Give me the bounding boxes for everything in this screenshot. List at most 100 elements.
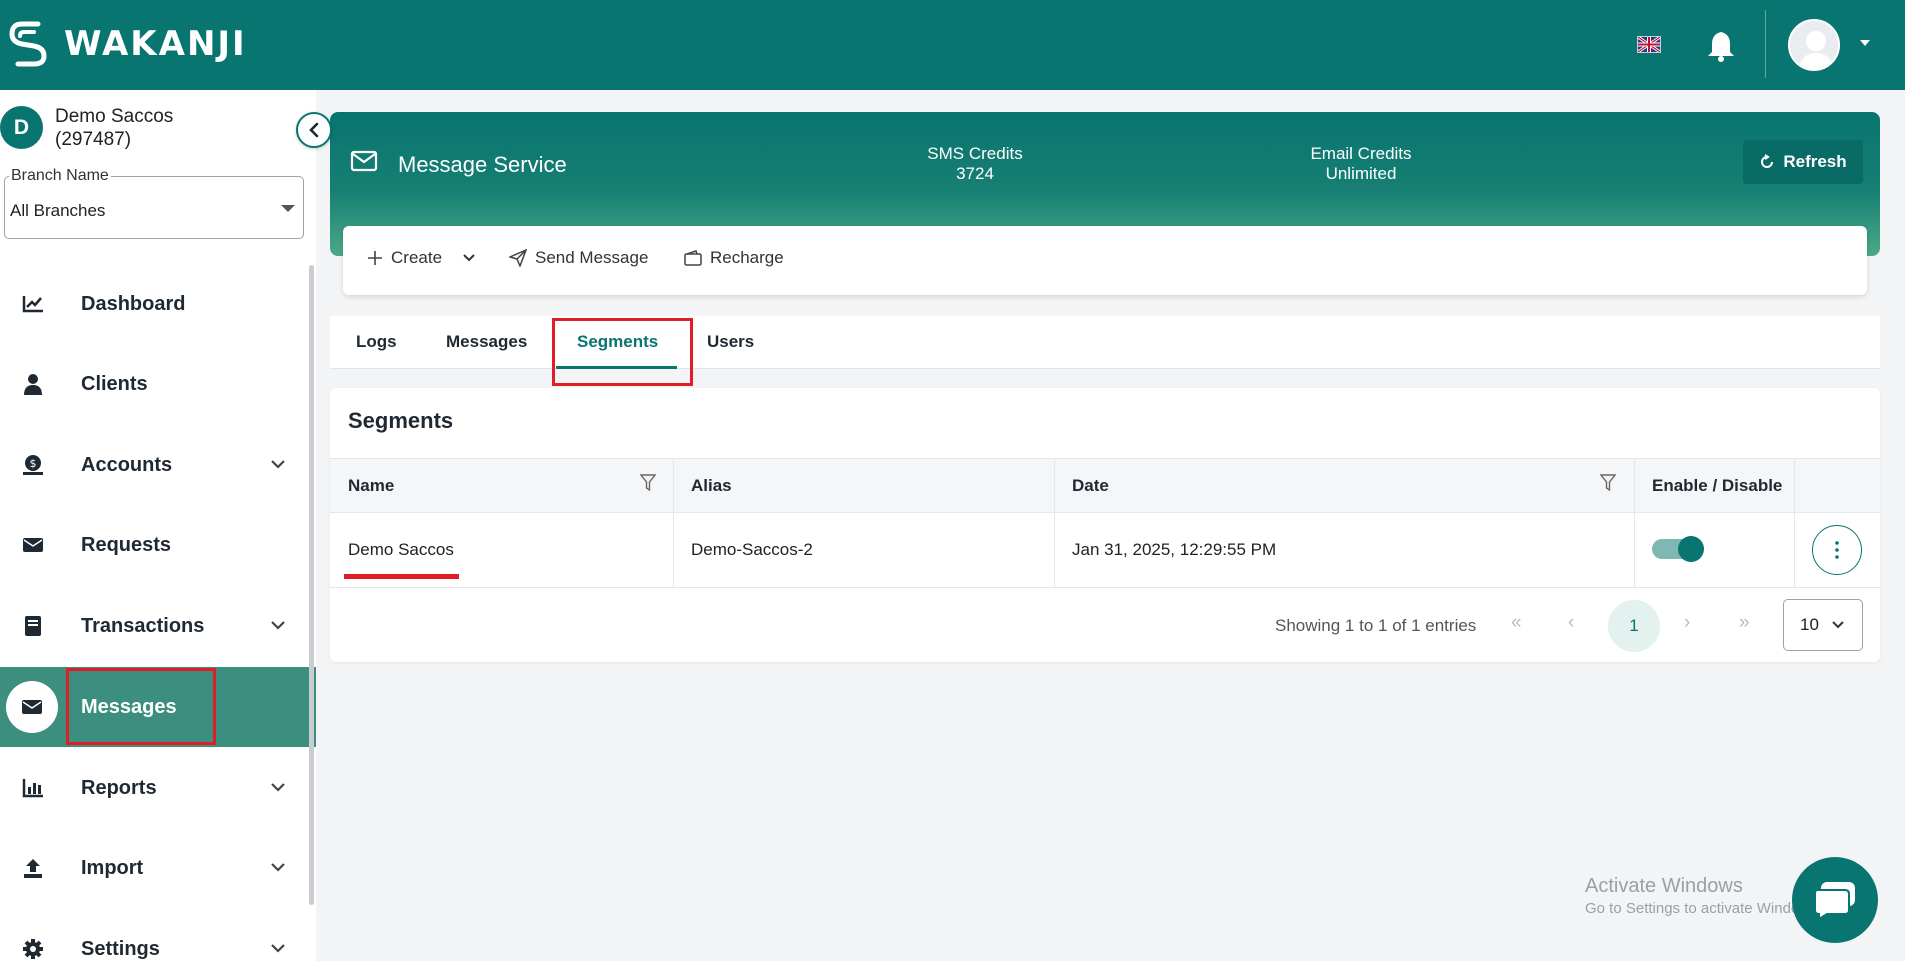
segments-title: Segments xyxy=(348,408,454,433)
person-icon xyxy=(17,368,49,400)
refresh-button[interactable]: Refresh xyxy=(1743,140,1863,184)
branch-select[interactable]: Branch Name All Branches xyxy=(4,167,304,239)
recharge-label: Recharge xyxy=(710,248,784,267)
sidebar-item-label: Import xyxy=(81,856,144,879)
envelope-icon xyxy=(17,529,49,561)
next-page-button[interactable]: › xyxy=(1684,612,1690,634)
sidebar-item-transactions[interactable]: Transactions xyxy=(0,586,316,666)
filter-icon[interactable] xyxy=(1600,474,1616,492)
top-bar: WAKANJI xyxy=(0,0,1905,90)
plus-icon xyxy=(368,251,382,265)
action-bar: Create Send Message Recharge xyxy=(343,226,1867,295)
active-tab-indicator xyxy=(556,366,677,369)
svg-text:$: $ xyxy=(30,457,37,470)
prev-page-button[interactable]: ‹ xyxy=(1568,612,1574,634)
sidebar-scrollbar[interactable] xyxy=(309,265,314,905)
toggle-knob xyxy=(1678,536,1704,562)
tab-users[interactable]: Users xyxy=(707,332,754,352)
chevron-down-icon xyxy=(270,940,286,958)
uk-flag-icon[interactable] xyxy=(1637,35,1661,54)
envelope-icon xyxy=(6,681,58,733)
topbar-divider xyxy=(1765,10,1766,78)
wallet-icon xyxy=(684,250,702,266)
org-initial-badge: D xyxy=(0,106,43,149)
user-avatar-icon[interactable] xyxy=(1788,19,1840,71)
page-size-select[interactable]: 10 xyxy=(1783,599,1863,651)
sidebar-item-label: Transactions xyxy=(81,614,205,637)
sidebar-item-clients[interactable]: Clients xyxy=(0,344,316,424)
sidebar-item-reports[interactable]: Reports xyxy=(0,748,316,828)
branch-select-label: Branch Name xyxy=(9,167,111,185)
sidebar-item-import[interactable]: Import xyxy=(0,828,316,908)
tab-messages[interactable]: Messages xyxy=(446,332,527,352)
column-header-date[interactable]: Date xyxy=(1072,476,1109,496)
sms-credits: SMS Credits 3724 xyxy=(885,144,1065,184)
row-actions-button[interactable] xyxy=(1812,525,1862,575)
send-message-label: Send Message xyxy=(535,248,649,267)
chevron-down-icon xyxy=(270,779,286,797)
money-icon: $ xyxy=(17,449,49,481)
pagination-info: Showing 1 to 1 of 1 entries xyxy=(1275,616,1477,635)
refresh-label: Refresh xyxy=(1783,152,1847,171)
watermark-line-1: Activate Windows xyxy=(1585,875,1743,897)
org-code: (297487) xyxy=(55,129,132,150)
sidebar-item-label: Reports xyxy=(81,776,157,799)
chevron-down-icon xyxy=(270,456,286,474)
enable-toggle[interactable] xyxy=(1652,536,1704,562)
segment-name-cell[interactable]: Demo Saccos xyxy=(348,540,454,560)
create-label: Create xyxy=(391,248,443,267)
chevron-left-icon xyxy=(309,122,319,138)
page-number-button[interactable]: 1 xyxy=(1608,600,1660,652)
chat-launcher-button[interactable] xyxy=(1792,857,1878,943)
bell-icon[interactable] xyxy=(1706,30,1736,67)
sidebar-item-messages[interactable]: Messages xyxy=(0,667,316,747)
chart-icon xyxy=(17,288,49,320)
page-size-value: 10 xyxy=(1800,615,1819,634)
chat-bubble-icon xyxy=(1814,882,1855,920)
segment-alias-cell: Demo-Saccos-2 xyxy=(691,540,813,559)
first-page-button[interactable]: « xyxy=(1511,612,1522,634)
chevron-down-icon xyxy=(270,859,286,877)
sidebar-collapse-button[interactable] xyxy=(296,112,332,148)
sms-credits-value: 3724 xyxy=(956,164,994,183)
watermark-line-2: Go to Settings to activate Windows. xyxy=(1585,900,1822,917)
book-icon xyxy=(17,610,49,642)
branch-select-value: All Branches xyxy=(10,201,106,220)
upload-icon xyxy=(17,852,49,884)
sidebar-item-label: Dashboard xyxy=(81,292,186,315)
org-title: Demo Saccos xyxy=(55,106,174,127)
highlight-underline-segment-name xyxy=(344,574,459,579)
sidebar-item-label: Clients xyxy=(81,372,148,395)
sidebar-item-requests[interactable]: Requests xyxy=(0,505,316,585)
org-name: Demo Saccos (297487) xyxy=(55,105,173,151)
sidebar-item-label: Settings xyxy=(81,937,160,960)
sidebar-item-label: Requests xyxy=(81,533,172,556)
segment-date-cell: Jan 31, 2025, 12:29:55 PM xyxy=(1072,540,1277,559)
sidebar-item-dashboard[interactable]: Dashboard xyxy=(0,264,316,344)
sidebar-item-settings[interactable]: Settings xyxy=(0,909,316,961)
table-row[interactable]: Demo Saccos Demo-Saccos-2 Jan 31, 2025, … xyxy=(330,513,1880,588)
email-credits-value: Unlimited xyxy=(1325,164,1397,183)
chevron-down-icon xyxy=(270,617,286,635)
pagination: Showing 1 to 1 of 1 entries « ‹ 1 › » 10 xyxy=(330,588,1880,662)
tab-logs[interactable]: Logs xyxy=(356,332,397,352)
wakanji-logo-icon xyxy=(9,21,47,67)
column-header-name[interactable]: Name xyxy=(348,476,394,496)
last-page-button[interactable]: » xyxy=(1739,612,1750,634)
send-message-button[interactable]: Send Message xyxy=(509,248,648,268)
create-button[interactable]: Create xyxy=(367,248,476,268)
tab-segments[interactable]: Segments xyxy=(577,332,658,352)
table-header: Name Alias Date Enable / Disable xyxy=(330,458,1880,513)
user-menu-caret-icon[interactable] xyxy=(1860,40,1870,46)
recharge-button[interactable]: Recharge xyxy=(684,248,784,268)
brand-logo[interactable]: WAKANJI xyxy=(8,18,247,70)
windows-activation-watermark: Activate Windows Go to Settings to activ… xyxy=(1585,875,1822,917)
filter-icon[interactable] xyxy=(640,474,656,492)
column-header-alias[interactable]: Alias xyxy=(691,476,732,496)
sms-credits-label: SMS Credits xyxy=(927,144,1023,163)
envelope-outline-icon xyxy=(350,150,378,172)
sidebar-item-label: Accounts xyxy=(81,453,173,476)
bar-chart-icon xyxy=(17,772,49,804)
brand-name: WAKANJI xyxy=(64,24,247,64)
sidebar-item-accounts[interactable]: $ Accounts xyxy=(0,425,316,505)
